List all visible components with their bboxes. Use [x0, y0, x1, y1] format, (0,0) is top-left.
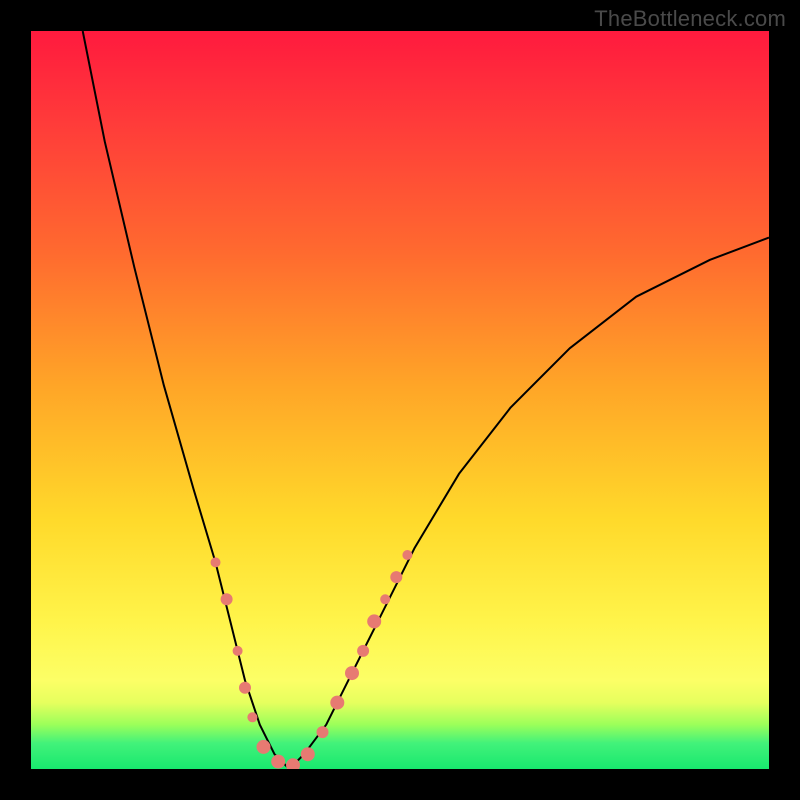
curve-marker	[380, 594, 390, 604]
curve-marker	[247, 712, 257, 722]
curve-marker	[257, 740, 271, 754]
curve-marker	[367, 614, 381, 628]
curve-marker	[357, 645, 369, 657]
bottleneck-curve	[83, 31, 769, 769]
curve-marker	[221, 593, 233, 605]
curve-marker	[402, 550, 412, 560]
watermark-text: TheBottleneck.com	[594, 6, 786, 32]
curve-marker	[330, 696, 344, 710]
curve-marker	[390, 571, 402, 583]
curve-marker	[211, 557, 221, 567]
chart-frame: TheBottleneck.com	[0, 0, 800, 800]
curve-marker	[317, 726, 329, 738]
curve-marker	[239, 682, 251, 694]
plot-area	[31, 31, 769, 769]
curve-marker	[345, 666, 359, 680]
curve-marker	[301, 747, 315, 761]
bottleneck-curve-svg	[31, 31, 769, 769]
curve-marker	[271, 755, 285, 769]
curve-marker	[233, 646, 243, 656]
